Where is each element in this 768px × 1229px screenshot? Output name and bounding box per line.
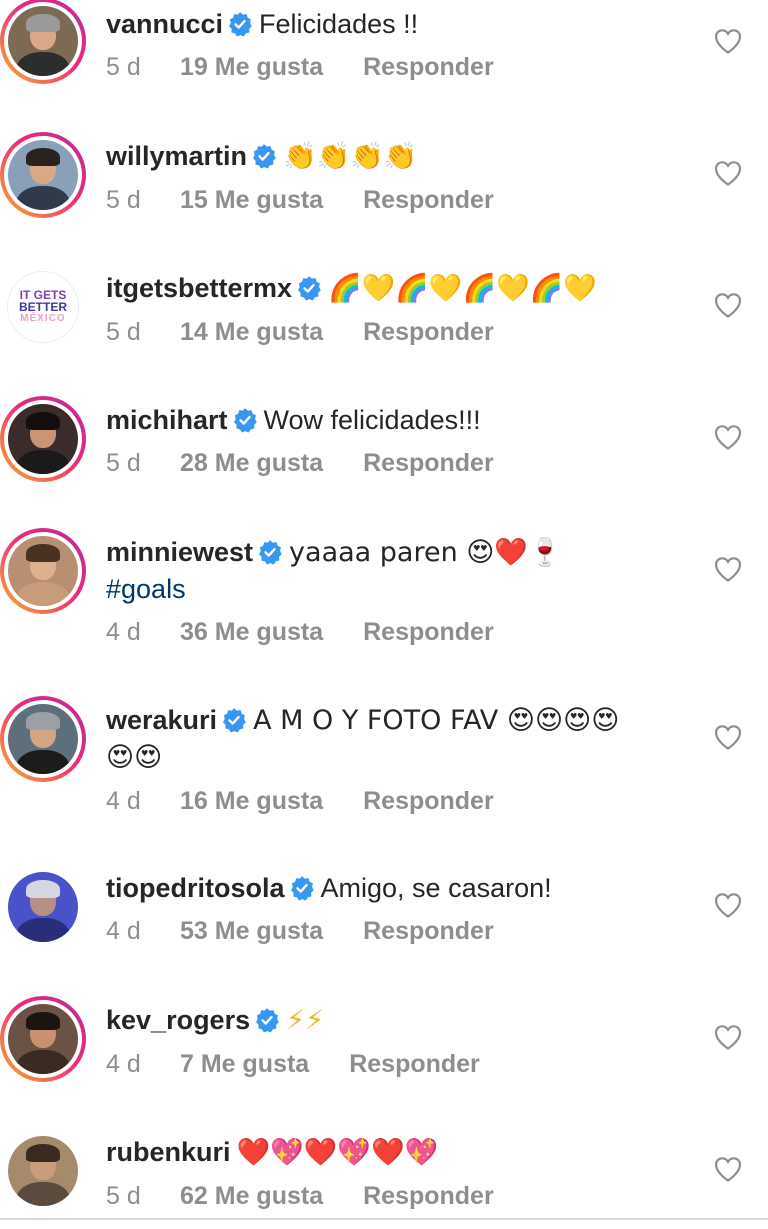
comment-username[interactable]: minniewest	[106, 537, 253, 567]
reply-button[interactable]: Responder	[363, 787, 494, 815]
avatar[interactable]	[0, 996, 86, 1082]
comment-time: 5 d	[106, 449, 141, 477]
verified-badge-icon	[259, 540, 282, 565]
avatar[interactable]	[0, 396, 86, 482]
comment-time: 5 d	[106, 318, 141, 346]
comment-text: Amigo, se casaron!	[320, 873, 552, 903]
heart-outline-icon[interactable]	[714, 724, 742, 750]
comment-likes-link[interactable]: 19 Me gusta	[180, 52, 323, 82]
reply-button[interactable]: Responder	[363, 318, 494, 346]
comment-text: A M O Y FOTO FAV 😍😍😍😍	[253, 705, 620, 736]
comment-username[interactable]: werakuri	[106, 705, 217, 735]
comment-username[interactable]: willymartin	[106, 141, 247, 171]
verified-badge-icon	[233, 408, 257, 433]
comment-likes-link[interactable]: 15 Me gusta	[180, 185, 323, 215]
heart-outline-icon[interactable]	[714, 160, 742, 186]
comment-time: 5 d	[106, 53, 141, 81]
hashtag-link[interactable]: #goals	[106, 574, 186, 604]
avatar[interactable]	[0, 132, 86, 218]
comment-item: michihart Wow felicidades!!! 5 d 28 Me gus…	[0, 396, 768, 526]
verified-badge-icon	[229, 12, 252, 37]
verified-badge-icon	[256, 1008, 279, 1033]
comment-likes-link[interactable]: 7 Me gusta	[180, 1049, 309, 1079]
comment-text: Felicidades !!	[259, 9, 419, 39]
comment-time: 4 d	[106, 618, 141, 646]
reply-button[interactable]: Responder	[363, 449, 494, 477]
comment-item: werakuri A M O Y FOTO FAV 😍😍😍😍 😍😍 4 d 16 M…	[0, 696, 768, 862]
comment-item: vannucci Felicidades !! 5 d 19 Me gusta Res…	[0, 0, 768, 130]
comment-time: 4 d	[106, 787, 141, 815]
comment-likes-link[interactable]: 14 Me gusta	[180, 317, 323, 347]
heart-outline-icon[interactable]	[714, 556, 742, 582]
comment-username[interactable]: rubenkuri	[106, 1137, 231, 1167]
reply-button[interactable]: Responder	[363, 186, 494, 214]
heart-outline-icon[interactable]	[714, 1024, 742, 1050]
bottom-divider	[0, 1218, 768, 1220]
comment-username[interactable]: michihart	[106, 405, 228, 435]
comment-item: rubenkuri ❤️💖❤️💖❤️💖 5 d 62 Me gusta Respond…	[0, 1128, 768, 1218]
reply-button[interactable]: Responder	[363, 1182, 494, 1210]
comment-likes-link[interactable]: 28 Me gusta	[180, 448, 323, 478]
logo-text: MÉXICO	[20, 313, 66, 324]
reply-button[interactable]: Responder	[363, 618, 494, 646]
comment-item: willymartin 👏👏👏👏 5 d 15 Me gusta Responder	[0, 132, 768, 262]
comment-username[interactable]: itgetsbettermx	[106, 273, 292, 303]
comment-text: ❤️💖❤️💖❤️💖	[236, 1137, 439, 1168]
heart-outline-icon[interactable]	[714, 424, 742, 450]
comment-likes-link[interactable]: 53 Me gusta	[180, 916, 323, 946]
comment-text: yaaaa paren 😍❤️🍷	[289, 537, 562, 568]
comment-item: kev_rogers ⚡⚡ 4 d 7 Me gusta Responder	[0, 996, 768, 1126]
heart-outline-icon[interactable]	[714, 1156, 742, 1182]
comment-text-continued: 😍😍	[106, 742, 163, 773]
verified-badge-icon	[253, 144, 276, 169]
avatar[interactable]	[0, 696, 86, 782]
reply-button[interactable]: Responder	[363, 917, 494, 945]
comment-time: 5 d	[106, 1182, 141, 1210]
comment-item: IT GETS BETTER MÉXICO itgetsbettermx 🌈💛🌈💛…	[0, 264, 768, 394]
comment-item: minniewest yaaaa paren 😍❤️🍷 #goals 4 d 36 …	[0, 528, 768, 694]
comment-username[interactable]: kev_rogers	[106, 1005, 250, 1035]
avatar[interactable]	[0, 864, 86, 950]
verified-badge-icon	[223, 708, 246, 733]
comment-text: ⚡⚡	[286, 1005, 325, 1036]
comment-username[interactable]: vannucci	[106, 9, 223, 39]
comment-text: 👏👏👏👏	[283, 141, 418, 172]
logo-text: BETTER	[19, 300, 67, 314]
comment-item: tiopedritosola Amigo, se casaron! 4 d 53 M…	[0, 864, 768, 994]
avatar[interactable]	[0, 528, 86, 614]
comment-time: 5 d	[106, 186, 141, 214]
reply-button[interactable]: Responder	[363, 53, 494, 81]
comment-text: Wow felicidades!!!	[263, 405, 481, 435]
comment-likes-link[interactable]: 16 Me gusta	[180, 786, 323, 816]
heart-outline-icon[interactable]	[714, 892, 742, 918]
comment-time: 4 d	[106, 1050, 141, 1078]
heart-outline-icon[interactable]	[714, 292, 742, 318]
comments-list: vannucci Felicidades !! 5 d 19 Me gusta Res…	[0, 0, 768, 1229]
verified-badge-icon	[290, 876, 314, 901]
avatar[interactable]: IT GETS BETTER MÉXICO	[0, 264, 86, 350]
comment-likes-link[interactable]: 36 Me gusta	[180, 617, 323, 647]
verified-badge-icon	[298, 276, 321, 301]
comment-text: 🌈💛🌈💛🌈💛🌈💛	[328, 273, 597, 304]
comment-time: 4 d	[106, 917, 141, 945]
avatar[interactable]	[0, 0, 86, 84]
comment-likes-link[interactable]: 62 Me gusta	[180, 1181, 323, 1211]
comment-username[interactable]: tiopedritosola	[106, 873, 285, 903]
reply-button[interactable]: Responder	[349, 1050, 480, 1078]
avatar[interactable]	[0, 1128, 86, 1214]
heart-outline-icon[interactable]	[714, 28, 742, 54]
